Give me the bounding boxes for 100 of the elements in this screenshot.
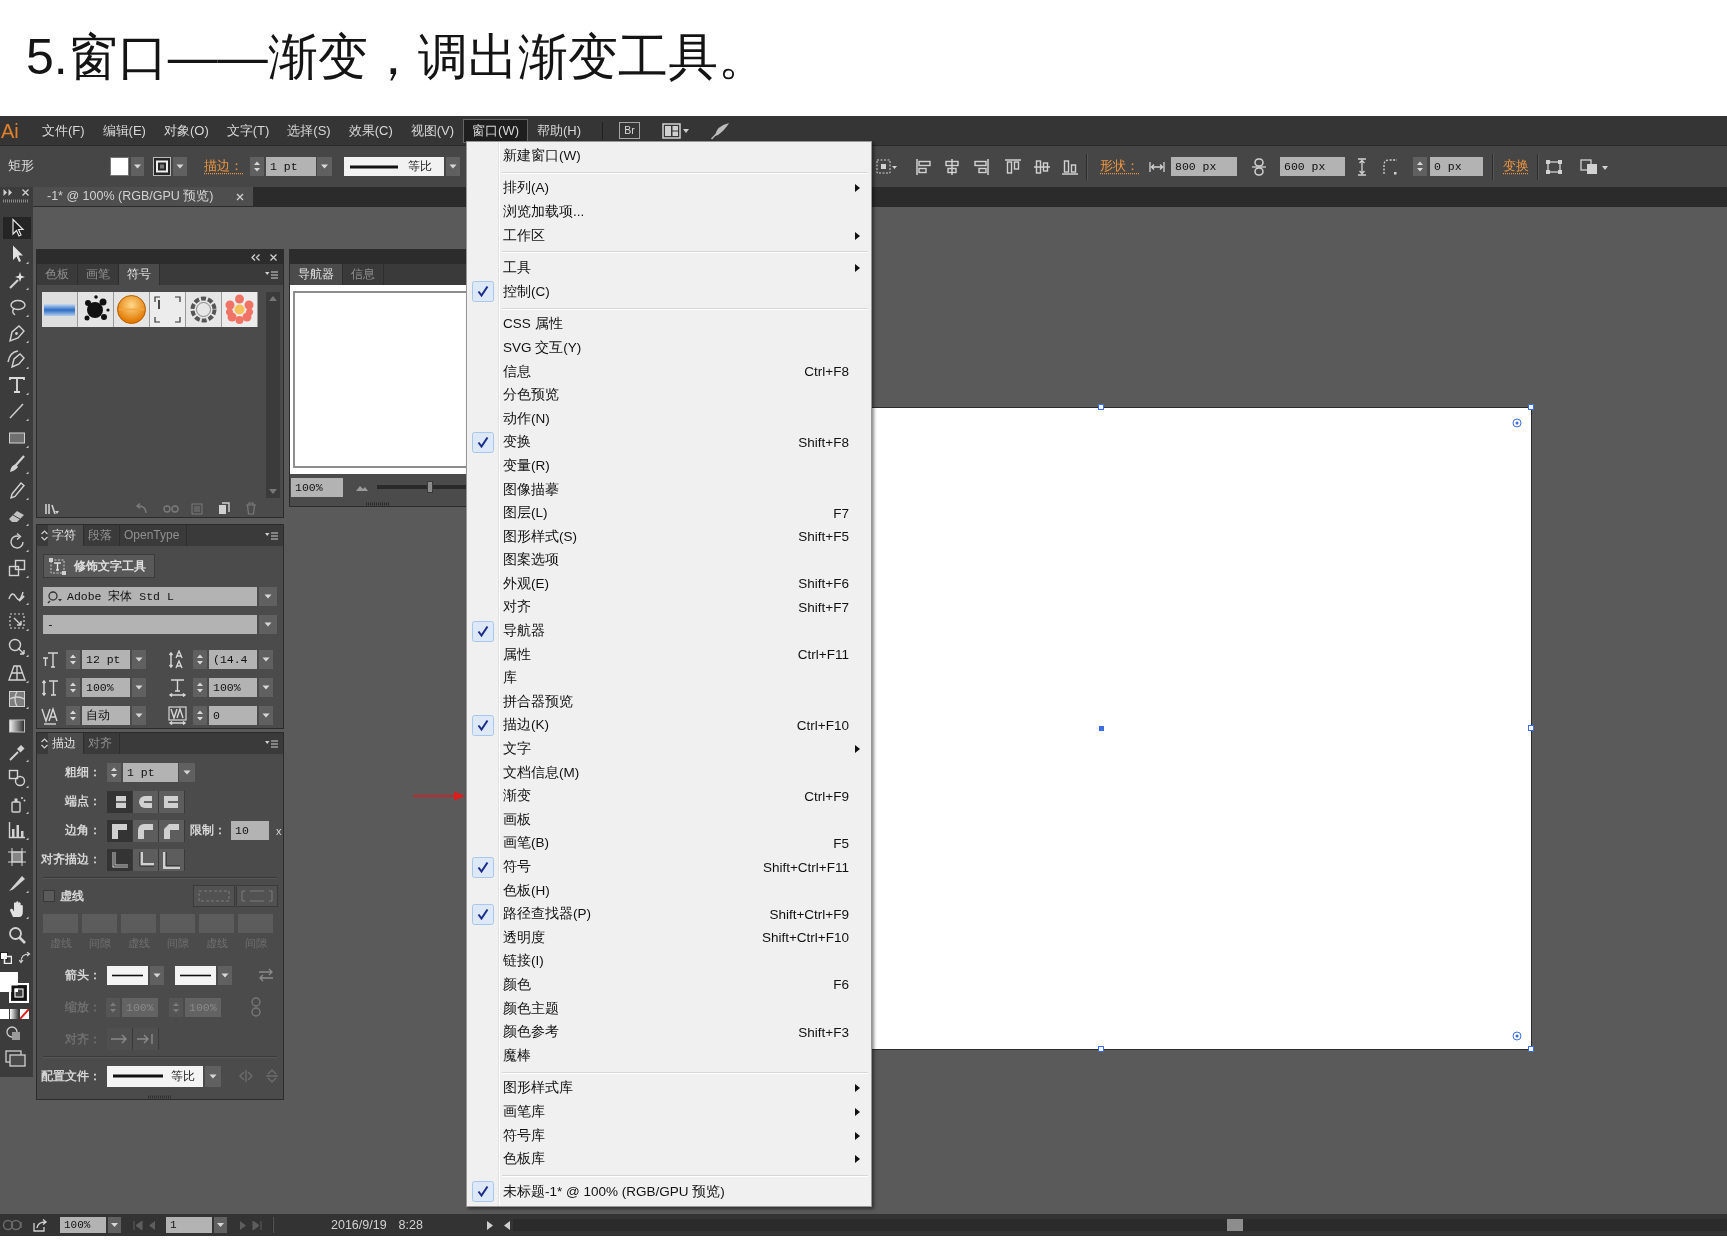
checkbox[interactable] bbox=[43, 890, 55, 902]
dropdown-caret-icon[interactable] bbox=[259, 705, 273, 725]
horizontal-scrollbar[interactable] bbox=[512, 1219, 1727, 1231]
arrange-icon[interactable] bbox=[1580, 158, 1610, 175]
selection-handle-icon[interactable] bbox=[1098, 404, 1104, 410]
menu-item[interactable]: 库 bbox=[467, 666, 871, 691]
grip-icon[interactable] bbox=[366, 502, 390, 506]
value-field[interactable]: 0 bbox=[209, 705, 257, 725]
menu-item[interactable]: 未标题-1* @ 100% (RGB/GPU 预览) bbox=[467, 1179, 871, 1204]
menu-item[interactable]: 控制(C) bbox=[467, 279, 871, 304]
arrow-place-icon[interactable] bbox=[133, 1028, 159, 1050]
menu-item[interactable]: 图案选项 bbox=[467, 548, 871, 573]
align-middle-icon[interactable] bbox=[1033, 157, 1051, 176]
menu-item[interactable]: SVG 交互(Y) bbox=[467, 336, 871, 360]
scroll-up-icon[interactable] bbox=[269, 296, 277, 301]
menu-item[interactable]: 路径查找器(P) Shift+Ctrl+F9 bbox=[467, 902, 871, 926]
stepper-arrows-icon[interactable] bbox=[66, 677, 80, 697]
menu-item[interactable]: 画笔库 bbox=[467, 1100, 871, 1124]
panel-tab[interactable]: 导航器 bbox=[290, 264, 343, 285]
zoom-field[interactable]: 100% bbox=[291, 477, 343, 497]
collapse-icon[interactable] bbox=[251, 253, 260, 261]
arrow-cursor-icon[interactable] bbox=[2, 217, 31, 239]
gradient-mode-icon[interactable] bbox=[10, 1009, 19, 1020]
slider-thumb[interactable] bbox=[427, 481, 434, 493]
align-to-icon[interactable] bbox=[876, 157, 898, 176]
menu-bar-item[interactable]: 效果(C) bbox=[339, 118, 402, 143]
menu-bar-item[interactable]: 对象(O) bbox=[154, 118, 218, 143]
stepper-arrows-icon[interactable] bbox=[193, 677, 207, 697]
menu-item[interactable]: 工作区 bbox=[467, 223, 871, 248]
round-join-icon[interactable] bbox=[133, 819, 159, 842]
panel-tab[interactable]: 描边 bbox=[48, 733, 84, 754]
menu-item[interactable]: 属性 Ctrl+F11 bbox=[467, 642, 871, 667]
stepper-arrows-icon[interactable] bbox=[66, 649, 80, 669]
menu-item[interactable]: 画板 bbox=[467, 808, 871, 832]
menu-item[interactable]: 文字 bbox=[467, 737, 871, 761]
value-field[interactable]: 12 pt bbox=[82, 649, 130, 669]
stepper-arrows-icon[interactable] bbox=[193, 705, 207, 725]
shape-label[interactable]: 形状： bbox=[1100, 158, 1139, 175]
stroke-center-icon[interactable] bbox=[107, 848, 133, 871]
panel-tab[interactable]: 符号 bbox=[119, 264, 160, 285]
dropdown-caret-icon[interactable] bbox=[214, 1217, 227, 1233]
menu-item[interactable]: 画笔(B) F5 bbox=[467, 831, 871, 856]
menu-item[interactable]: 排列(A) bbox=[467, 176, 871, 201]
menu-item[interactable]: 渐变 Ctrl+F9 bbox=[467, 784, 871, 809]
selection-handle-icon[interactable] bbox=[1528, 1046, 1534, 1052]
stroke-outside-icon[interactable] bbox=[159, 848, 185, 871]
butt-cap-icon[interactable] bbox=[107, 790, 133, 813]
stroke-swatch-icon[interactable] bbox=[153, 157, 171, 176]
grip-icon[interactable] bbox=[3, 199, 29, 203]
feather-icon[interactable] bbox=[710, 121, 731, 140]
value-field[interactable]: 100% bbox=[209, 677, 257, 697]
menu-item[interactable]: 信息 Ctrl+F8 bbox=[467, 359, 871, 384]
up-down-arrows-icon[interactable] bbox=[41, 530, 48, 541]
dropdown-caret-icon[interactable] bbox=[150, 965, 164, 985]
artboard-number-field[interactable]: 1 bbox=[166, 1217, 212, 1233]
default-colors-icon[interactable] bbox=[0, 952, 12, 965]
ring-symbol-icon[interactable] bbox=[186, 292, 222, 327]
scroll-down-icon[interactable] bbox=[269, 489, 277, 494]
chain-link-icon[interactable] bbox=[1251, 157, 1267, 176]
panel-menu-icon[interactable] bbox=[265, 270, 278, 279]
menu-item[interactable]: 色板库 bbox=[467, 1147, 871, 1171]
frame-symbol-icon[interactable] bbox=[150, 292, 186, 327]
document-tab[interactable]: -1* @ 100% (RGB/GPU 预览) bbox=[33, 187, 253, 206]
stroke-inside-icon[interactable] bbox=[133, 848, 159, 871]
menu-item[interactable]: 颜色 F6 bbox=[467, 973, 871, 997]
menu-item[interactable]: 图像描摹 bbox=[467, 477, 871, 502]
value-field[interactable]: 100% bbox=[82, 677, 130, 697]
menu-bar-item[interactable]: 编辑(E) bbox=[93, 118, 155, 143]
color-mode-icon[interactable] bbox=[0, 1009, 9, 1020]
width-field[interactable]: 800 px bbox=[1171, 157, 1237, 176]
dropdown-caret-icon[interactable] bbox=[259, 587, 277, 606]
menu-bar-item[interactable]: 帮助(H) bbox=[528, 118, 591, 143]
menu-item[interactable]: 符号库 bbox=[467, 1123, 871, 1148]
stroke-color-swatch-icon[interactable] bbox=[9, 983, 29, 1004]
value-field[interactable]: 自动 bbox=[82, 705, 130, 725]
align-top-icon[interactable] bbox=[1004, 157, 1022, 176]
panel-tab[interactable]: 段落 bbox=[84, 525, 120, 546]
dropdown-caret-icon[interactable] bbox=[108, 1217, 121, 1233]
align-bottom-icon[interactable] bbox=[1061, 157, 1079, 176]
selection-handle-icon[interactable] bbox=[1528, 404, 1534, 410]
books-icon[interactable] bbox=[45, 502, 59, 515]
dropdown-caret-icon[interactable] bbox=[132, 677, 146, 697]
menu-bar-item[interactable]: 文件(F) bbox=[33, 118, 94, 143]
menu-item[interactable]: 图形样式库 bbox=[467, 1076, 871, 1101]
bevel-join-icon[interactable] bbox=[159, 819, 185, 842]
touch-type-button[interactable]: 修饰文字工具 bbox=[43, 554, 155, 578]
scrollbar-thumb[interactable] bbox=[1226, 1219, 1243, 1231]
dropdown-caret-icon[interactable] bbox=[446, 157, 460, 176]
workspace-layout-icon[interactable] bbox=[662, 122, 691, 139]
dropdown-caret-icon[interactable] bbox=[179, 763, 195, 782]
menu-item[interactable]: 变量(R) bbox=[467, 454, 871, 478]
grip-icon[interactable] bbox=[148, 1095, 172, 1099]
line-preview-icon[interactable] bbox=[107, 965, 148, 985]
panel-menu-icon[interactable] bbox=[265, 739, 278, 748]
menu-item[interactable]: 外观(E) Shift+F6 bbox=[467, 572, 871, 596]
menu-item[interactable]: 分色预览 bbox=[467, 383, 871, 407]
line-preview-icon[interactable] bbox=[175, 965, 216, 985]
menu-bar-item[interactable]: 窗口(W) bbox=[463, 118, 528, 143]
share-icon[interactable] bbox=[33, 1218, 48, 1232]
align-right-icon[interactable] bbox=[972, 157, 990, 176]
